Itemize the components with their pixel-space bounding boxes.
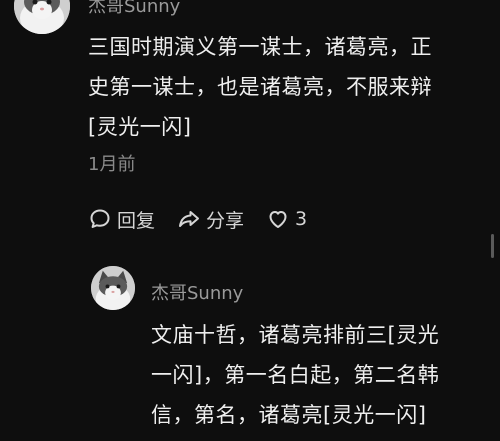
share-arrow-icon bbox=[179, 211, 200, 227]
comment-text: 三国时期演义第一谋士，诸葛亮，正 史第一谋士，也是诸葛亮，不服来辩 [灵光一闪] bbox=[88, 27, 493, 147]
comment-username[interactable]: 杰哥Sunny bbox=[88, 0, 180, 18]
scrollbar[interactable] bbox=[491, 234, 494, 258]
cat-avatar-icon bbox=[91, 266, 135, 310]
share-button[interactable]: 分享 bbox=[177, 206, 244, 233]
share-label: 分享 bbox=[206, 209, 245, 232]
reply-text-line: 文庙十哲，诸葛亮排前三[灵光 bbox=[151, 323, 440, 347]
reply-label: 回复 bbox=[117, 209, 156, 232]
comment-bubble-icon bbox=[90, 209, 110, 228]
reply-avatar[interactable] bbox=[91, 266, 135, 310]
comment-text-line: 史第一谋士，也是诸葛亮，不服来辩 bbox=[88, 75, 432, 99]
like-count: 3 bbox=[295, 208, 308, 230]
reply-text-line: 信，第名，诸葛亮[灵光一闪] bbox=[151, 403, 427, 427]
reply-text-line: 一闪]，第一名白起，第二名韩 bbox=[151, 363, 440, 387]
heart-outline-icon bbox=[269, 211, 287, 228]
reply-button[interactable]: 回复 bbox=[88, 206, 155, 233]
like-button[interactable]: 3 bbox=[266, 207, 307, 231]
comment-actions: 回复 分享 3 bbox=[88, 204, 329, 234]
comment-thread: 杰哥Sunny 三国时期演义第一谋士，诸葛亮，正 史第一谋士，也是诸葛亮，不服来… bbox=[0, 0, 500, 441]
comment-text-line: [灵光一闪] bbox=[88, 115, 192, 139]
cat-avatar-icon bbox=[14, 0, 70, 34]
reply-text: 文庙十哲，诸葛亮排前三[灵光 一闪]，第一名白起，第二名韩 信，第名，诸葛亮[灵… bbox=[151, 315, 491, 435]
comment-text-line: 三国时期演义第一谋士，诸葛亮，正 bbox=[88, 35, 432, 59]
reply-username[interactable]: 杰哥Sunny bbox=[151, 279, 243, 305]
comment-time: 1月前 bbox=[88, 154, 136, 175]
avatar[interactable] bbox=[14, 0, 70, 34]
